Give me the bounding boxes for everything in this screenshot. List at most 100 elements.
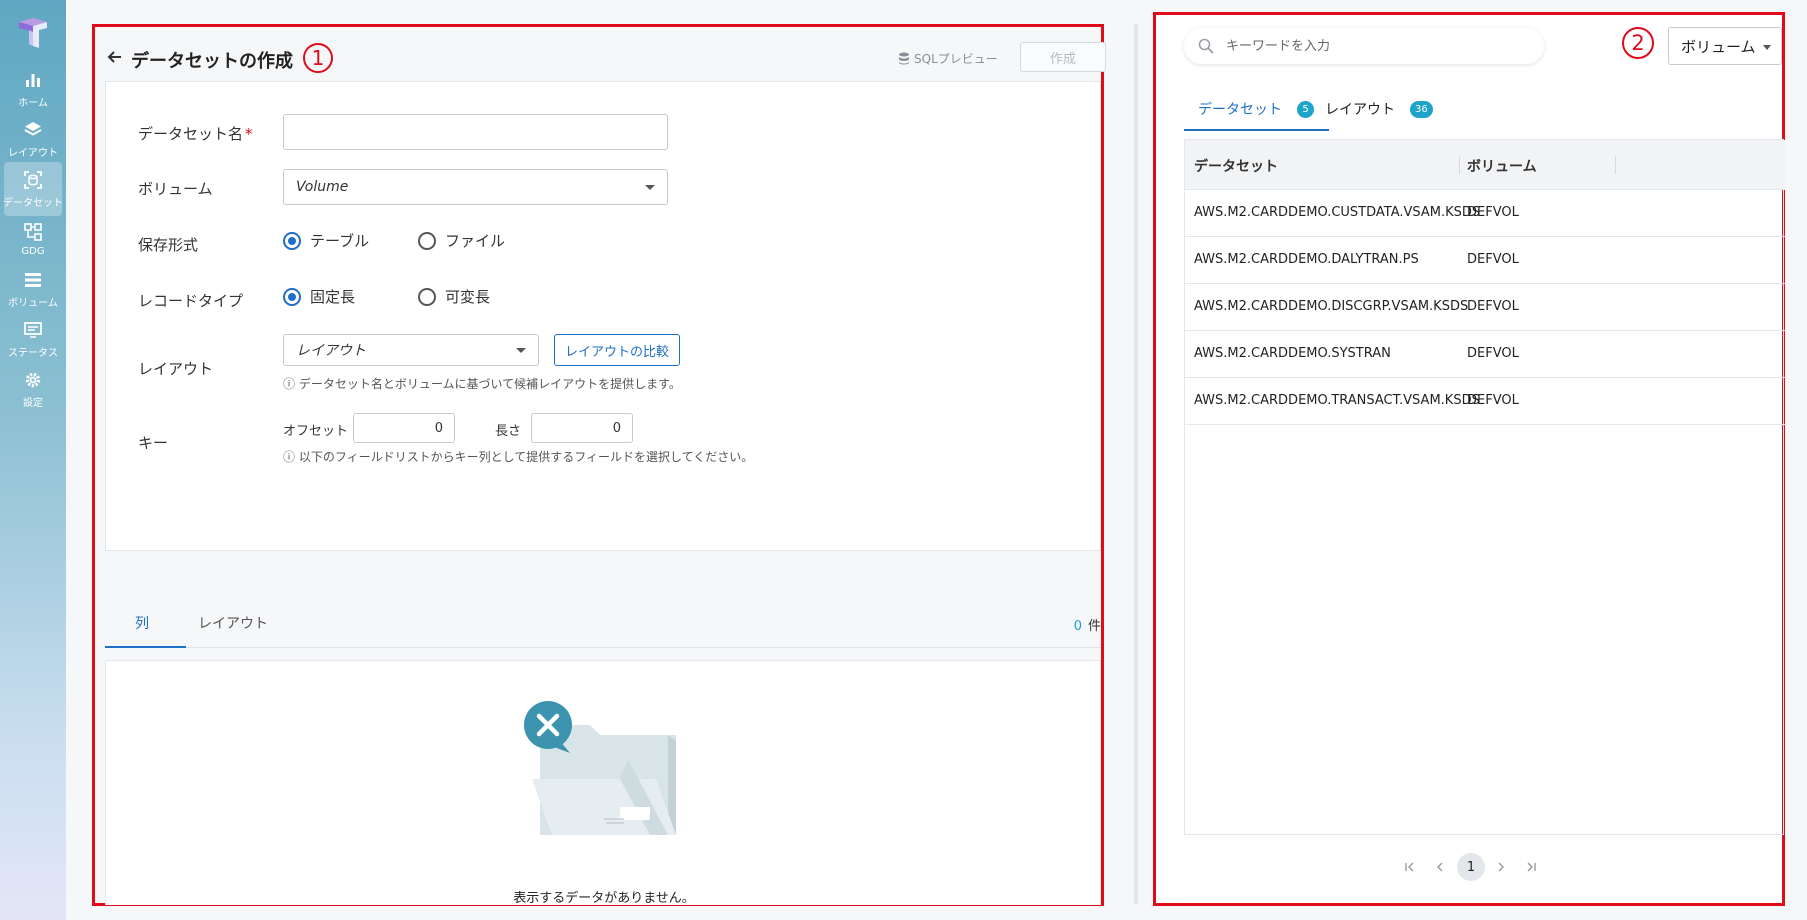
dataset-form: データセット名 * ボリューム Volume 保存形式 テーブル ファイル レコー… — [105, 81, 1101, 551]
tab-datasets[interactable]: データセット 5 — [1198, 99, 1314, 119]
search-field[interactable] — [1184, 28, 1544, 64]
prev-page-icon[interactable] — [1426, 853, 1454, 881]
sql-preview-label: SQLプレビュー — [914, 52, 998, 66]
sidebar-item-label: レイアウト — [8, 147, 58, 159]
hierarchy-icon — [24, 222, 42, 241]
volume-cell: DEFVOL — [1467, 299, 1519, 314]
compare-layout-button[interactable]: レイアウトの比較 — [554, 334, 680, 366]
chevron-down-icon — [1763, 45, 1771, 50]
region-marker-2: 2 — [1622, 27, 1654, 59]
length-input[interactable]: 0 — [531, 413, 633, 443]
back-arrow-icon[interactable] — [105, 47, 125, 67]
list-tabs: データセット 5 レイアウト 36 — [1184, 85, 1744, 131]
volume-filter-label: ボリューム — [1681, 37, 1756, 56]
main-area: データセットの作成 1 SQLプレビュー 作成 データセット名 * ボリューム V… — [66, 0, 1807, 920]
active-tab-indicator — [1184, 129, 1329, 131]
radio-record-fixed[interactable]: 固定長 — [283, 286, 355, 307]
create-button[interactable]: 作成 — [1020, 42, 1106, 72]
region-marker-1: 1 — [303, 43, 333, 73]
length-label: 長さ — [495, 424, 522, 439]
layout-select[interactable]: レイアウト — [283, 334, 539, 366]
search-icon — [1198, 38, 1214, 54]
empty-message: 表示するデータがありません。 — [513, 891, 695, 906]
column-divider[interactable] — [1615, 156, 1616, 174]
sidebar-item-label: ステータス — [8, 347, 58, 359]
radio-storage-table[interactable]: テーブル — [283, 230, 369, 251]
volume-cell: DEFVOL — [1467, 252, 1519, 267]
chevron-down-icon — [645, 185, 655, 190]
column-header-dataset[interactable]: データセット — [1194, 156, 1278, 176]
chevron-down-icon — [516, 348, 526, 353]
first-page-icon[interactable] — [1396, 853, 1424, 881]
offset-value: 0 — [434, 420, 443, 436]
sidebar-item-settings[interactable]: 設定 — [4, 362, 62, 416]
radio-label: ファイル — [445, 232, 506, 250]
record-type-label: レコードタイプ — [138, 292, 244, 310]
count-unit: 件 — [1087, 619, 1101, 634]
table-row[interactable]: AWS.M2.CARDDEMO.SYSTRAN DEFVOL — [1185, 331, 1785, 378]
dataset-name-cell: AWS.M2.CARDDEMO.DISCGRP.VSAM.KSDS — [1194, 299, 1469, 314]
monitor-icon — [24, 321, 42, 338]
volume-select[interactable]: Volume — [283, 169, 668, 205]
volume-cell: DEFVOL — [1467, 393, 1519, 408]
page-number-current[interactable]: 1 — [1457, 853, 1485, 881]
volume-filter-dropdown[interactable]: ボリューム — [1668, 27, 1782, 65]
offset-input[interactable]: 0 — [353, 413, 455, 443]
sidebar-item-label: ボリューム — [8, 297, 58, 309]
panel-resize-handle[interactable] — [1134, 24, 1138, 904]
layout-hint: ⓘ データセット名とボリュームに基づいて候補レイアウトを提供します。 — [283, 377, 681, 391]
sidebar: ホーム レイアウト データセット GDG ボリューム ステータス 設定 — [0, 0, 66, 920]
volume-cell: DEFVOL — [1467, 205, 1519, 220]
layers-icon — [24, 121, 42, 136]
tab-layout[interactable]: レイアウト — [198, 613, 268, 633]
sidebar-item-dataset[interactable]: データセット — [3, 162, 63, 216]
tab-layouts[interactable]: レイアウト 36 — [1325, 99, 1433, 119]
sidebar-item-layout[interactable]: レイアウト — [4, 112, 62, 166]
panel-header: データセットの作成 1 SQLプレビュー 作成 — [105, 37, 1106, 77]
active-tab-indicator — [105, 646, 186, 648]
radio-label: 固定長 — [310, 288, 356, 306]
sidebar-item-label: データセット — [3, 197, 63, 209]
search-input[interactable] — [1226, 38, 1516, 54]
sidebar-item-volume[interactable]: ボリューム — [4, 262, 62, 316]
radio-record-variable[interactable]: 可変長 — [418, 286, 490, 307]
count-badge: 5 — [1297, 100, 1314, 118]
next-page-icon[interactable] — [1487, 853, 1515, 881]
required-mark: * — [245, 125, 253, 143]
tab-columns[interactable]: 列 — [135, 613, 149, 633]
radio-checked-icon — [283, 287, 301, 306]
sidebar-item-home[interactable]: ホーム — [4, 62, 62, 116]
length-value: 0 — [612, 420, 621, 436]
count-value: 0 — [1073, 619, 1082, 634]
page-title: データセットの作成 — [131, 51, 293, 72]
sql-preview-button[interactable]: SQLプレビュー — [898, 50, 998, 67]
column-header-volume[interactable]: ボリューム — [1467, 156, 1537, 176]
dataset-name-label: データセット名 * — [138, 123, 253, 144]
dataset-name-cell: AWS.M2.CARDDEMO.TRANSACT.VSAM.KSDS — [1194, 393, 1480, 408]
sidebar-item-label: 設定 — [23, 397, 43, 409]
sidebar-item-status[interactable]: ステータス — [4, 312, 62, 366]
item-count: 0件 — [1074, 615, 1101, 634]
column-divider[interactable] — [1459, 156, 1460, 174]
table-row[interactable]: AWS.M2.CARDDEMO.DISCGRP.VSAM.KSDS DEFVOL — [1185, 284, 1785, 331]
empty-folder-icon — [524, 701, 676, 835]
table-row[interactable]: AWS.M2.CARDDEMO.CUSTDATA.VSAM.KSDS DEFVO… — [1185, 190, 1785, 237]
dataset-name-label-text: データセット名 — [138, 125, 244, 143]
count-badge: 36 — [1410, 100, 1433, 118]
volume-list-icon — [25, 272, 41, 287]
sidebar-item-label: GDG — [21, 245, 45, 257]
table-row[interactable]: AWS.M2.CARDDEMO.TRANSACT.VSAM.KSDS DEFVO… — [1185, 378, 1785, 425]
dataset-name-cell: AWS.M2.CARDDEMO.CUSTDATA.VSAM.KSDS — [1194, 205, 1481, 220]
gear-icon — [25, 372, 41, 387]
dataset-name-input[interactable] — [283, 114, 668, 150]
table-row[interactable]: AWS.M2.CARDDEMO.DALYTRAN.PS DEFVOL — [1185, 237, 1785, 284]
dataset-table: データセット ボリューム AWS.M2.CARDDEMO.CUSTDATA.VS… — [1184, 139, 1785, 835]
app-logo[interactable] — [17, 16, 49, 50]
radio-storage-file[interactable]: ファイル — [418, 230, 505, 251]
dataset-create-panel: データセットの作成 1 SQLプレビュー 作成 データセット名 * ボリューム V… — [92, 24, 1106, 906]
radio-checked-icon — [283, 231, 301, 250]
last-page-icon[interactable] — [1517, 853, 1545, 881]
sidebar-item-gdg[interactable]: GDG — [4, 212, 62, 266]
radio-unchecked-icon — [418, 231, 436, 250]
sidebar-item-label: ホーム — [18, 97, 48, 109]
